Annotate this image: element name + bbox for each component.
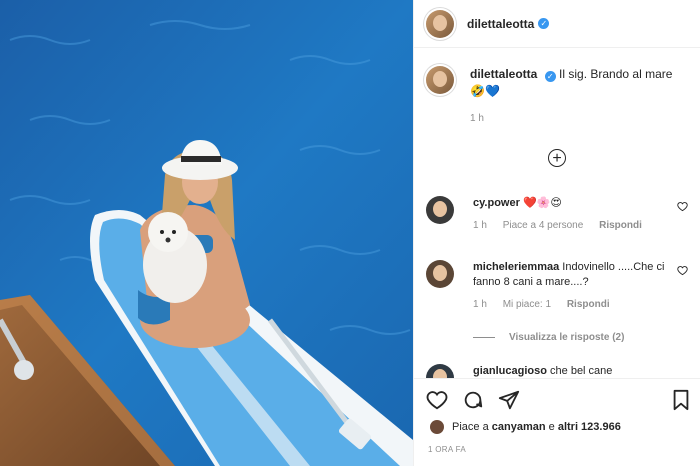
post-header: dilettaleotta ✓ <box>414 0 700 48</box>
caption-username[interactable]: dilettaleotta <box>470 67 537 81</box>
view-replies-button[interactable]: Visualizza le risposte (2) <box>473 332 624 343</box>
verified-icon: ✓ <box>538 18 550 29</box>
caption-emoji-1: 🤣 <box>470 84 485 98</box>
comment-text: che bel cane <box>550 365 613 377</box>
comment-avatar[interactable] <box>426 260 454 288</box>
likes-summary[interactable]: Piace a canyaman e altri 123.966 <box>430 420 621 434</box>
likes-middle: e <box>548 421 555 433</box>
author-avatar[interactable] <box>426 9 454 38</box>
caption-time: 1 h <box>470 113 484 124</box>
reply-button[interactable]: Rispondi <box>599 220 642 231</box>
liker-username[interactable]: canyaman <box>492 421 546 433</box>
heart-icon[interactable] <box>677 201 688 212</box>
likes-prefix: Piace a <box>452 421 489 433</box>
reply-button[interactable]: Rispondi <box>567 299 610 310</box>
add-comment-icon[interactable]: + <box>548 149 566 167</box>
comment-time: 1 h <box>473 220 487 231</box>
comment-item: gianlucagioso che bel cane <box>426 364 689 392</box>
comment-username[interactable]: cy.power <box>473 197 520 209</box>
author-username[interactable]: dilettaleotta <box>467 17 534 31</box>
caption-text: Il sig. Brando al mare <box>559 67 673 81</box>
verified-icon: ✓ <box>544 71 556 82</box>
caption-emoji-2: 💙 <box>484 84 500 98</box>
comment-avatar[interactable] <box>426 196 454 224</box>
comment-username[interactable]: gianlucagioso <box>473 365 547 377</box>
post-side-panel: dilettaleotta ✓ dilettaleotta ✓ Il sig. … <box>413 0 700 466</box>
caption: dilettaleotta ✓ Il sig. Brando al mare 🤣… <box>414 48 700 127</box>
action-bar: Piace a canyaman e altri 123.966 1 ORA F… <box>414 378 700 466</box>
heart-icon[interactable] <box>677 265 688 276</box>
comment-time: 1 h <box>473 299 487 310</box>
comment-username[interactable]: micheleriemmaa <box>473 261 559 273</box>
comment-text: ❤️🌸😍 <box>522 197 562 209</box>
bookmark-icon[interactable] <box>670 389 692 411</box>
likes-others[interactable]: altri 123.966 <box>558 421 621 433</box>
instagram-post: dilettaleotta ✓ dilettaleotta ✓ Il sig. … <box>0 0 700 466</box>
comment-icon[interactable] <box>462 389 484 411</box>
heart-icon[interactable] <box>426 389 448 411</box>
caption-avatar[interactable] <box>426 66 454 94</box>
share-icon[interactable] <box>498 389 520 411</box>
post-time: 1 ORA FA <box>428 445 466 454</box>
comment-item: micheleriemmaa Indovinello .....Che ci f… <box>426 260 689 312</box>
post-photo[interactable] <box>0 0 413 466</box>
post-image <box>0 0 413 466</box>
comment-item: cy.power ❤️🌸😍 1 h Piace a 4 persone Risp… <box>426 196 689 233</box>
comment-likes[interactable]: Piace a 4 persone <box>503 220 584 231</box>
liker-avatar <box>430 420 444 434</box>
comment-likes[interactable]: Mi piace: 1 <box>503 299 551 310</box>
